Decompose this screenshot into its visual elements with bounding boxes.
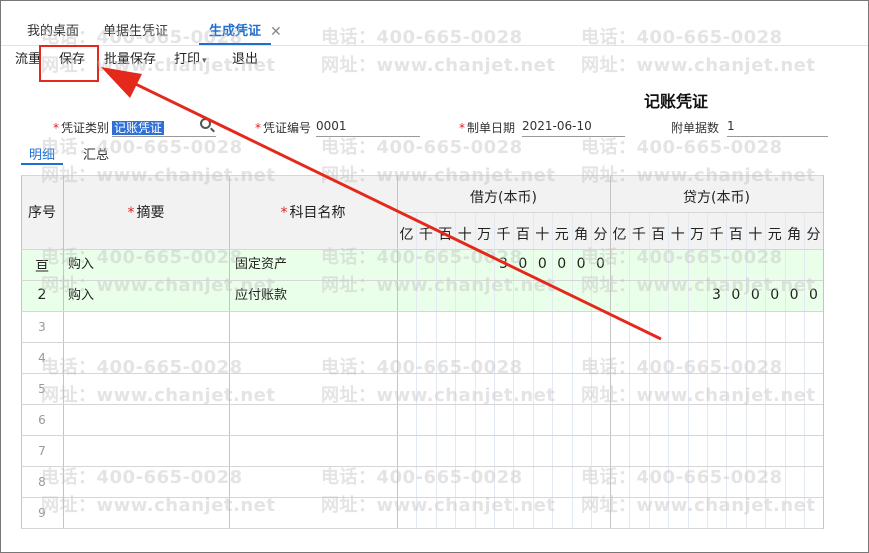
app-window: 我的桌面 单据生凭证 生成凭证 ✕ 流重 保存 批量保存 打印 ▾ 退出 记账凭证… (0, 0, 869, 553)
annotation-arrow (101, 67, 662, 341)
arrow-shaft (118, 74, 662, 341)
arrow-head (101, 67, 142, 98)
